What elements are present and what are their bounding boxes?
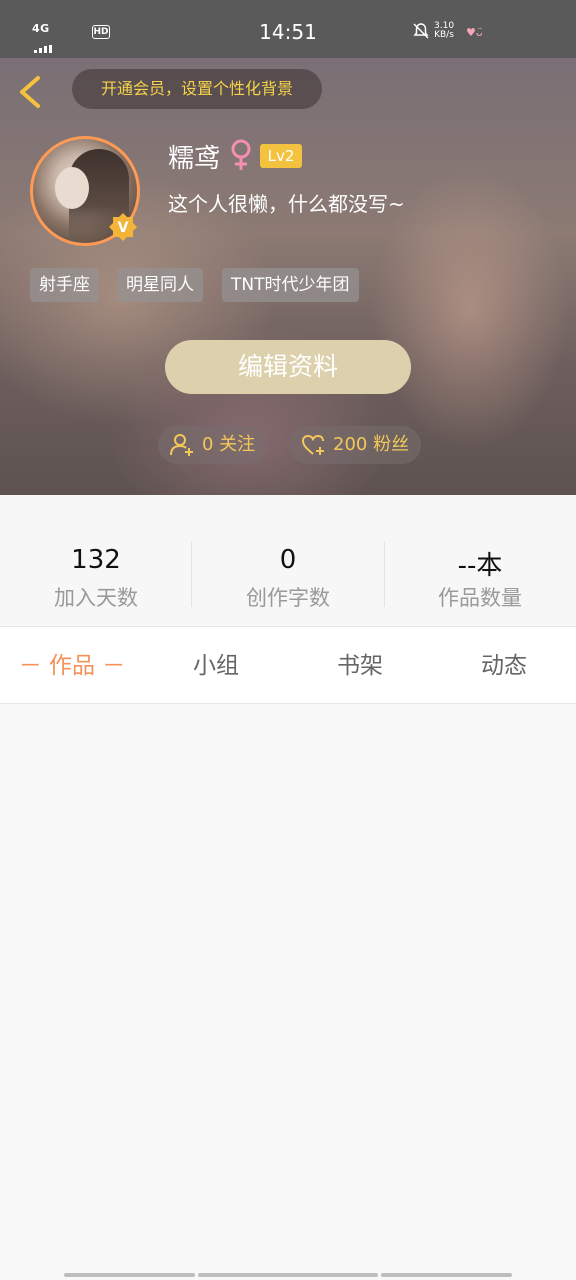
stat-value: --本 (457, 551, 503, 581)
nav-indicator-segment (64, 1273, 195, 1277)
tab-works[interactable]: － 作品 － (0, 627, 144, 705)
edit-profile-button[interactable]: 编辑资料 (165, 340, 411, 394)
stat-works-count: --本 作品数量 (384, 495, 576, 625)
status-bar: 4G HD 14:51 3.10 KB/s ♥ᴗ̈ (0, 0, 576, 60)
female-gender-icon (231, 139, 251, 170)
speed-unit: KB/s (434, 30, 454, 40)
tag-item: TNT时代少年团 (222, 268, 359, 302)
tab-groups[interactable]: 小组 (144, 627, 288, 705)
fans-button[interactable]: 200 粉丝 (289, 426, 422, 464)
tag-item: 明星同人 (117, 268, 203, 302)
stat-join-days: 132 加入天数 (0, 495, 192, 625)
works-content-area (0, 705, 576, 1280)
vip-banner-button[interactable]: 开通会员，设置个性化背景 (72, 69, 322, 109)
stat-label: 创作字数 (246, 586, 330, 610)
bio-text: 这个人很懒，什么都没写~ (168, 192, 405, 216)
stat-label: 作品数量 (438, 586, 522, 610)
tab-activity[interactable]: 动态 (432, 627, 576, 705)
back-arrow-icon[interactable] (14, 72, 50, 112)
notification-pet-icon: ♥ᴗ̈ (466, 26, 483, 39)
stat-value: 132 (71, 545, 121, 575)
nav-indicator-segment (198, 1273, 378, 1277)
following-count: 0 关注 (202, 434, 256, 455)
avatar-face (55, 167, 89, 209)
level-badge: Lv2 (260, 144, 302, 168)
stat-value: 0 (279, 545, 297, 575)
stats-row: 132 加入天数 0 创作字数 --本 作品数量 (0, 495, 576, 625)
tab-bar: － 作品 － 小组 书架 动态 (0, 626, 576, 704)
status-time: 14:51 (259, 20, 317, 44)
stat-word-count: 0 创作字数 (192, 495, 384, 625)
vip-badge-icon: V (109, 213, 137, 241)
stat-label: 加入天数 (54, 586, 138, 610)
following-button[interactable]: 0 关注 (158, 426, 268, 464)
heart-icon (301, 434, 324, 455)
network-speed: 3.10 KB/s (434, 22, 454, 40)
avatar-badge-text: V (118, 220, 129, 236)
tab-bookshelf[interactable]: 书架 (288, 627, 432, 705)
username: 糯鸢 (168, 144, 221, 174)
fans-count: 200 粉丝 (333, 434, 410, 455)
tag-item: 射手座 (30, 268, 99, 302)
add-user-icon (170, 434, 193, 456)
profile-header: 开通会员，设置个性化背景 V 糯鸢 Lv2 这个人很懒，什么都没写~ 射手座 明… (0, 58, 576, 495)
nav-indicator-segment (381, 1273, 512, 1277)
mute-bell-icon (413, 23, 429, 39)
